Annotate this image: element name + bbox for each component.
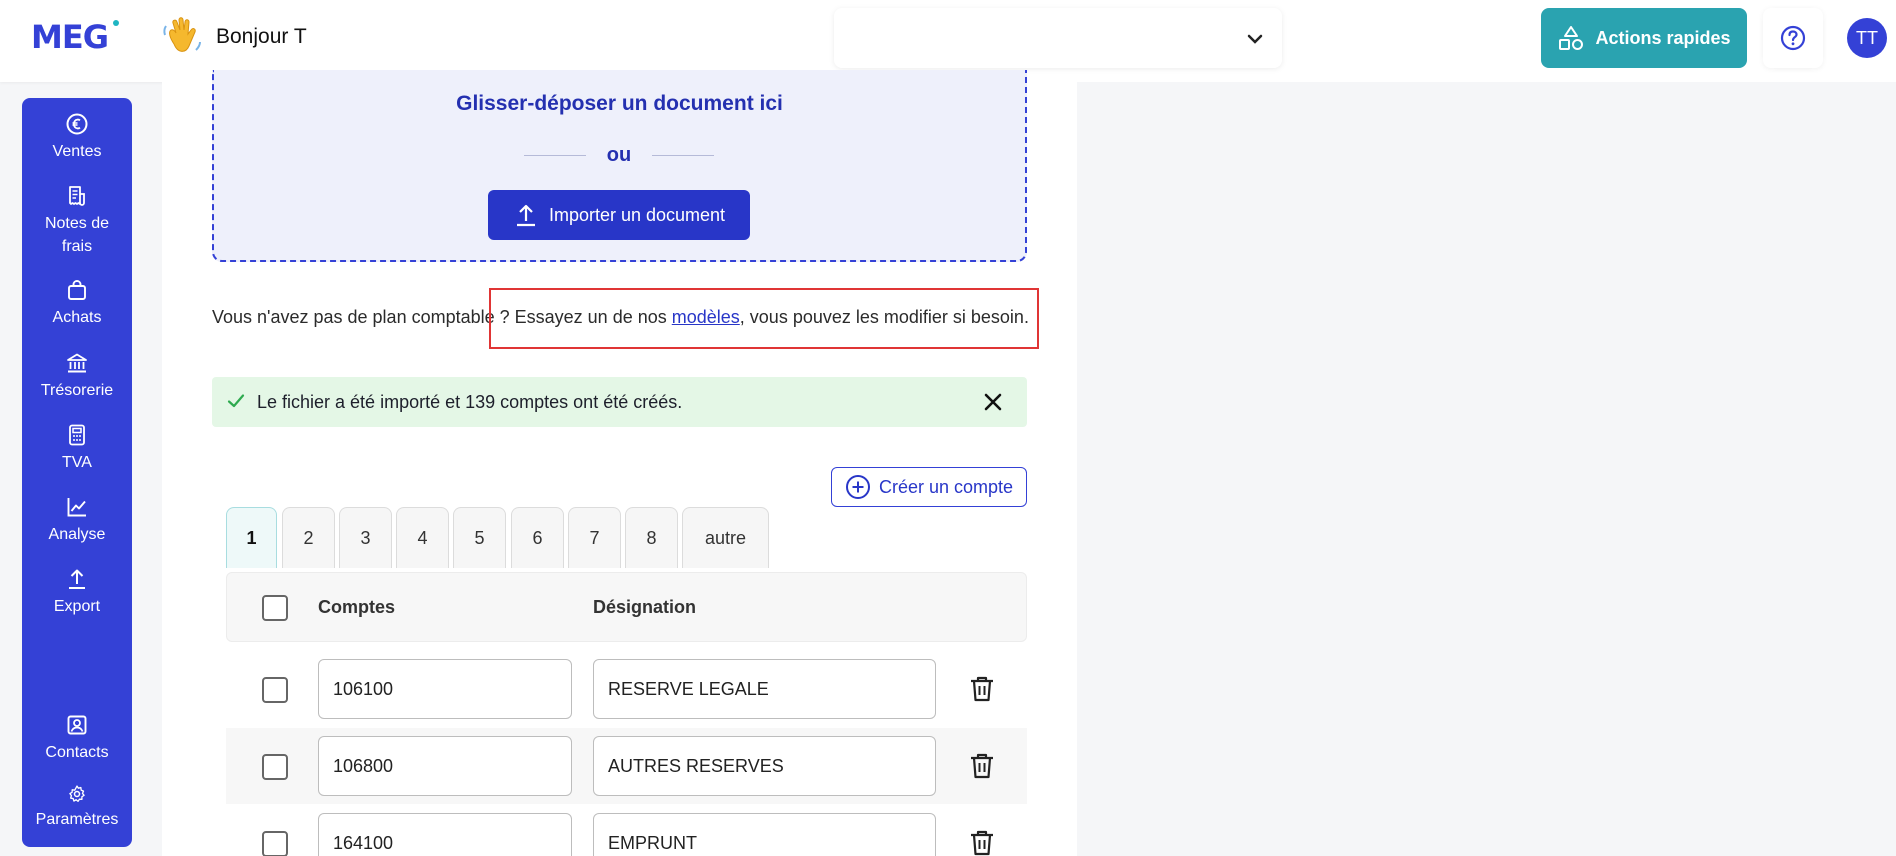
tab-8[interactable]: 8: [625, 507, 678, 568]
or-divider: ou: [524, 143, 714, 167]
right-empty-area: [1077, 82, 1896, 856]
divider-line: [524, 154, 586, 156]
sidebar-item-notes-de-frais[interactable]: Notes de frais: [22, 184, 132, 258]
sidebar-item-export[interactable]: Export: [22, 567, 132, 618]
shopping-bag-icon: [68, 280, 86, 300]
logo-dot: [113, 20, 119, 26]
shapes-icon: [1559, 26, 1584, 50]
or-label: ou: [606, 143, 632, 166]
trash-icon[interactable]: [968, 751, 996, 781]
sidebar-item-parametres[interactable]: Paramètres: [22, 784, 132, 831]
sidebar-item-label: Export: [53, 598, 101, 615]
tab-3[interactable]: 3: [339, 507, 392, 568]
chevron-down-icon: [1247, 34, 1263, 44]
designation-field[interactable]: EMPRUNT: [593, 813, 936, 856]
table-row: 106100 RESERVE LEGALE: [226, 651, 1027, 727]
check-icon: [227, 394, 245, 408]
account-number-field[interactable]: 164100: [318, 813, 572, 856]
table-row: 164100 EMPRUNT: [226, 805, 1027, 856]
upload-icon: [516, 204, 535, 227]
tab-6[interactable]: 6: [511, 507, 564, 568]
sidebar-item-label: Analyse: [48, 526, 106, 543]
sidebar-item-ventes[interactable]: Ventes: [22, 112, 132, 163]
help-button[interactable]: [1763, 8, 1823, 68]
help-circle-icon: [1780, 25, 1806, 51]
trash-icon[interactable]: [968, 674, 996, 704]
tab-2[interactable]: 2: [282, 507, 335, 568]
divider-line: [652, 154, 714, 156]
sidebar-item-analyse[interactable]: Analyse: [22, 495, 132, 546]
annotation-highlight-box: [489, 288, 1039, 349]
receipt-icon: [69, 186, 85, 206]
designation-field[interactable]: AUTRES RESERVES: [593, 736, 936, 796]
chart-line-icon: [67, 498, 86, 517]
sidebar-item-tva[interactable]: TVA: [22, 423, 132, 474]
row-checkbox[interactable]: [262, 677, 288, 703]
contact-card-icon: [67, 715, 87, 735]
select-all-checkbox[interactable]: [262, 595, 288, 621]
sidebar-item-achats[interactable]: Achats: [22, 278, 132, 329]
designation-field[interactable]: RESERVE LEGALE: [593, 659, 936, 719]
sidebar-item-label: Contacts: [45, 744, 109, 761]
row-checkbox[interactable]: [262, 754, 288, 780]
company-selector[interactable]: [834, 8, 1282, 68]
table-row: 106800 AUTRES RESERVES: [226, 728, 1027, 804]
row-checkbox[interactable]: [262, 831, 288, 856]
sidebar-item-tresorerie[interactable]: Trésorerie: [22, 351, 132, 402]
sidebar-item-contacts[interactable]: Contacts: [22, 713, 132, 764]
bank-icon: [67, 353, 87, 373]
plus-circle-icon: [845, 475, 870, 499]
tab-autre[interactable]: autre: [682, 507, 769, 568]
app-logo[interactable]: MEG: [31, 18, 109, 56]
tab-1[interactable]: 1: [226, 507, 277, 568]
success-alert: Le fichier a été importé et 139 comptes …: [212, 377, 1027, 427]
tab-4[interactable]: 4: [396, 507, 449, 568]
sidebar-item-label: Trésorerie: [40, 382, 114, 399]
account-number-field[interactable]: 106100: [318, 659, 572, 719]
upload-icon: [69, 569, 85, 589]
quick-actions-label: Actions rapides: [1595, 27, 1731, 48]
import-document-label: Importer un document: [548, 204, 726, 225]
tab-7[interactable]: 7: [568, 507, 621, 568]
create-account-button[interactable]: Créer un compte: [831, 467, 1027, 507]
create-account-label: Créer un compte: [878, 476, 1014, 497]
sidebar-item-label: Ventes: [52, 143, 102, 160]
waving-hand-icon: [163, 17, 201, 52]
close-icon[interactable]: [981, 390, 1005, 414]
sidebar-item-label: Paramètres: [35, 811, 119, 828]
sidebar-item-label: Notes de frais: [44, 215, 110, 255]
sidebar: Ventes Notes de frais Achats Trésorerie: [22, 98, 132, 847]
dropzone-title: Glisser-déposer un document ici: [456, 92, 783, 115]
gear-icon: [69, 785, 85, 802]
tab-5[interactable]: 5: [453, 507, 506, 568]
quick-actions-button[interactable]: Actions rapides: [1541, 8, 1747, 68]
greeting-text: Bonjour T: [216, 25, 307, 48]
sidebar-item-label: TVA: [62, 454, 92, 471]
account-number-field[interactable]: 106800: [318, 736, 572, 796]
accounts-table-header: Comptes Désignation: [226, 572, 1027, 642]
trash-icon[interactable]: [968, 828, 996, 856]
calculator-icon: [69, 424, 85, 446]
user-avatar[interactable]: TT: [1847, 18, 1887, 58]
import-document-button[interactable]: Importer un document: [488, 190, 750, 240]
column-header-comptes: Comptes: [318, 597, 396, 617]
euro-icon: [66, 113, 88, 135]
sidebar-item-label: Achats: [52, 309, 102, 326]
column-header-designation: Désignation: [593, 597, 697, 617]
alert-message: Le fichier a été importé et 139 comptes …: [257, 392, 683, 412]
